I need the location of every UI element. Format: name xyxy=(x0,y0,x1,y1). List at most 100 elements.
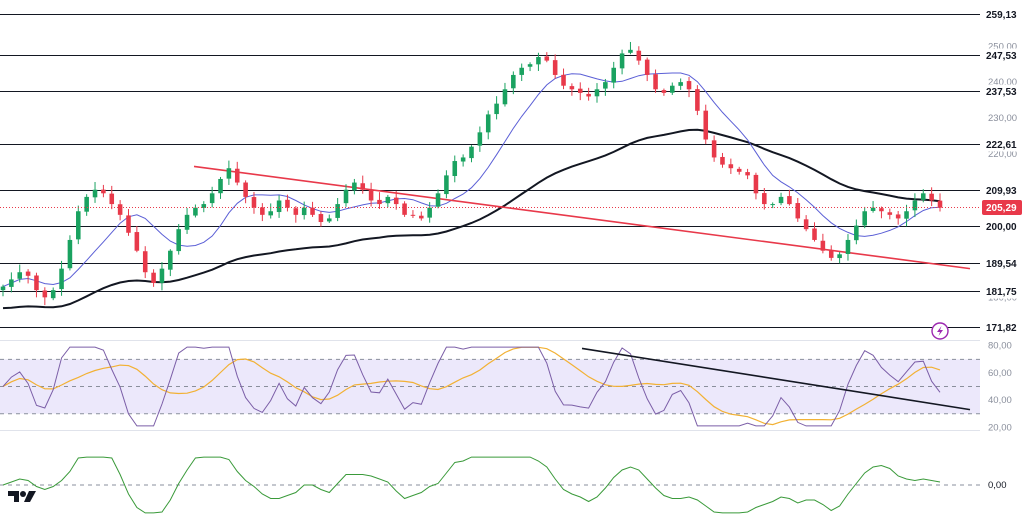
candle-body xyxy=(628,49,633,53)
candle-body xyxy=(385,196,391,204)
rsi-tick-label: 80,00 xyxy=(988,341,1012,352)
lightning-icon[interactable] xyxy=(931,322,949,340)
candle-body xyxy=(176,229,181,252)
candle-body xyxy=(193,207,198,216)
level-label: 237,53 xyxy=(986,87,1017,98)
rsi-tick-label: 20,00 xyxy=(988,422,1012,433)
candle-body xyxy=(586,93,591,97)
candle-body xyxy=(745,172,750,176)
candle-body xyxy=(561,74,566,86)
candle-body xyxy=(820,240,826,251)
candle-body xyxy=(360,183,366,190)
candle-body xyxy=(862,211,867,226)
candle-body xyxy=(711,140,717,158)
candle-body xyxy=(552,60,558,75)
candle-body xyxy=(109,193,115,205)
candle-body xyxy=(168,250,173,270)
candle-body xyxy=(419,215,424,219)
candle-body xyxy=(310,207,315,215)
candle-body xyxy=(126,215,131,233)
candle-body xyxy=(42,290,48,298)
candle-body xyxy=(636,50,642,61)
candle-body xyxy=(243,182,248,197)
candle-body xyxy=(527,64,533,67)
candle-body xyxy=(569,86,575,90)
candle-body xyxy=(301,207,307,216)
candle-body xyxy=(59,268,64,290)
level-label: 200,00 xyxy=(986,222,1017,233)
candle-body xyxy=(452,161,458,177)
candle-body xyxy=(0,286,6,291)
candle-body xyxy=(25,271,31,276)
candle-body xyxy=(335,204,340,218)
level-label: 247,53 xyxy=(986,51,1017,62)
candle-body xyxy=(494,103,499,115)
candle-body xyxy=(92,189,98,198)
candle-body xyxy=(728,164,734,169)
candle-body xyxy=(234,168,240,183)
candle-body xyxy=(218,178,223,194)
candle-body xyxy=(644,59,650,75)
candle-body xyxy=(536,57,541,65)
candle-body xyxy=(854,225,859,241)
candle-body xyxy=(268,211,273,216)
candle-body xyxy=(368,189,374,201)
level-label: 189,54 xyxy=(986,259,1017,270)
candle-body xyxy=(184,214,190,230)
candle-body xyxy=(937,200,943,208)
candle-body xyxy=(795,203,801,219)
candle-body xyxy=(117,204,123,215)
candle-body xyxy=(402,203,407,215)
candle-body xyxy=(603,82,608,89)
candle-body xyxy=(134,232,140,251)
candle-body xyxy=(469,146,474,159)
candle-body xyxy=(101,189,106,194)
candle-body xyxy=(410,214,416,216)
candle-body xyxy=(477,132,483,146)
candle-body xyxy=(377,199,382,205)
candle-body xyxy=(511,74,516,89)
candle-body xyxy=(318,214,324,223)
candle-body xyxy=(870,207,876,211)
candle-body xyxy=(17,272,23,279)
candle-body xyxy=(209,193,215,204)
candle-body xyxy=(485,114,491,133)
candle-body xyxy=(293,208,299,215)
candle-body xyxy=(753,174,759,194)
candle-body xyxy=(703,110,709,140)
candle-body xyxy=(686,81,692,90)
candle-body xyxy=(444,175,449,195)
candle-body xyxy=(887,212,893,215)
level-label: 209,93 xyxy=(986,186,1017,197)
candle-body xyxy=(159,268,165,283)
candle-body xyxy=(895,214,901,219)
candle-body xyxy=(803,219,809,230)
candle-body xyxy=(76,211,81,240)
candle-body xyxy=(670,85,675,93)
candle-body xyxy=(343,189,349,204)
candle-body xyxy=(502,89,508,105)
candle-body xyxy=(845,239,851,254)
candle-body xyxy=(778,196,784,204)
candle-body xyxy=(837,254,842,259)
trading-chart[interactable]: 180,00190,00200,00210,00220,00230,00240,… xyxy=(0,0,1024,520)
candle-body xyxy=(276,200,282,213)
candle-body xyxy=(435,193,441,207)
candle-body xyxy=(678,82,683,86)
candle-body xyxy=(594,89,600,97)
candle-body xyxy=(460,157,466,162)
candle-body xyxy=(912,200,918,211)
candle-body xyxy=(879,208,884,212)
candle-body xyxy=(920,193,926,200)
candle-body xyxy=(34,275,39,291)
candle-body xyxy=(577,88,583,93)
candle-body xyxy=(260,207,265,215)
candle-body xyxy=(393,197,399,205)
candle-body xyxy=(611,67,617,83)
candle-body xyxy=(661,90,667,93)
level-label: 222,61 xyxy=(986,140,1017,151)
candle-body xyxy=(142,251,148,273)
candle-body xyxy=(720,156,725,165)
candle-body xyxy=(544,56,550,61)
level-label: 171,82 xyxy=(986,323,1017,334)
